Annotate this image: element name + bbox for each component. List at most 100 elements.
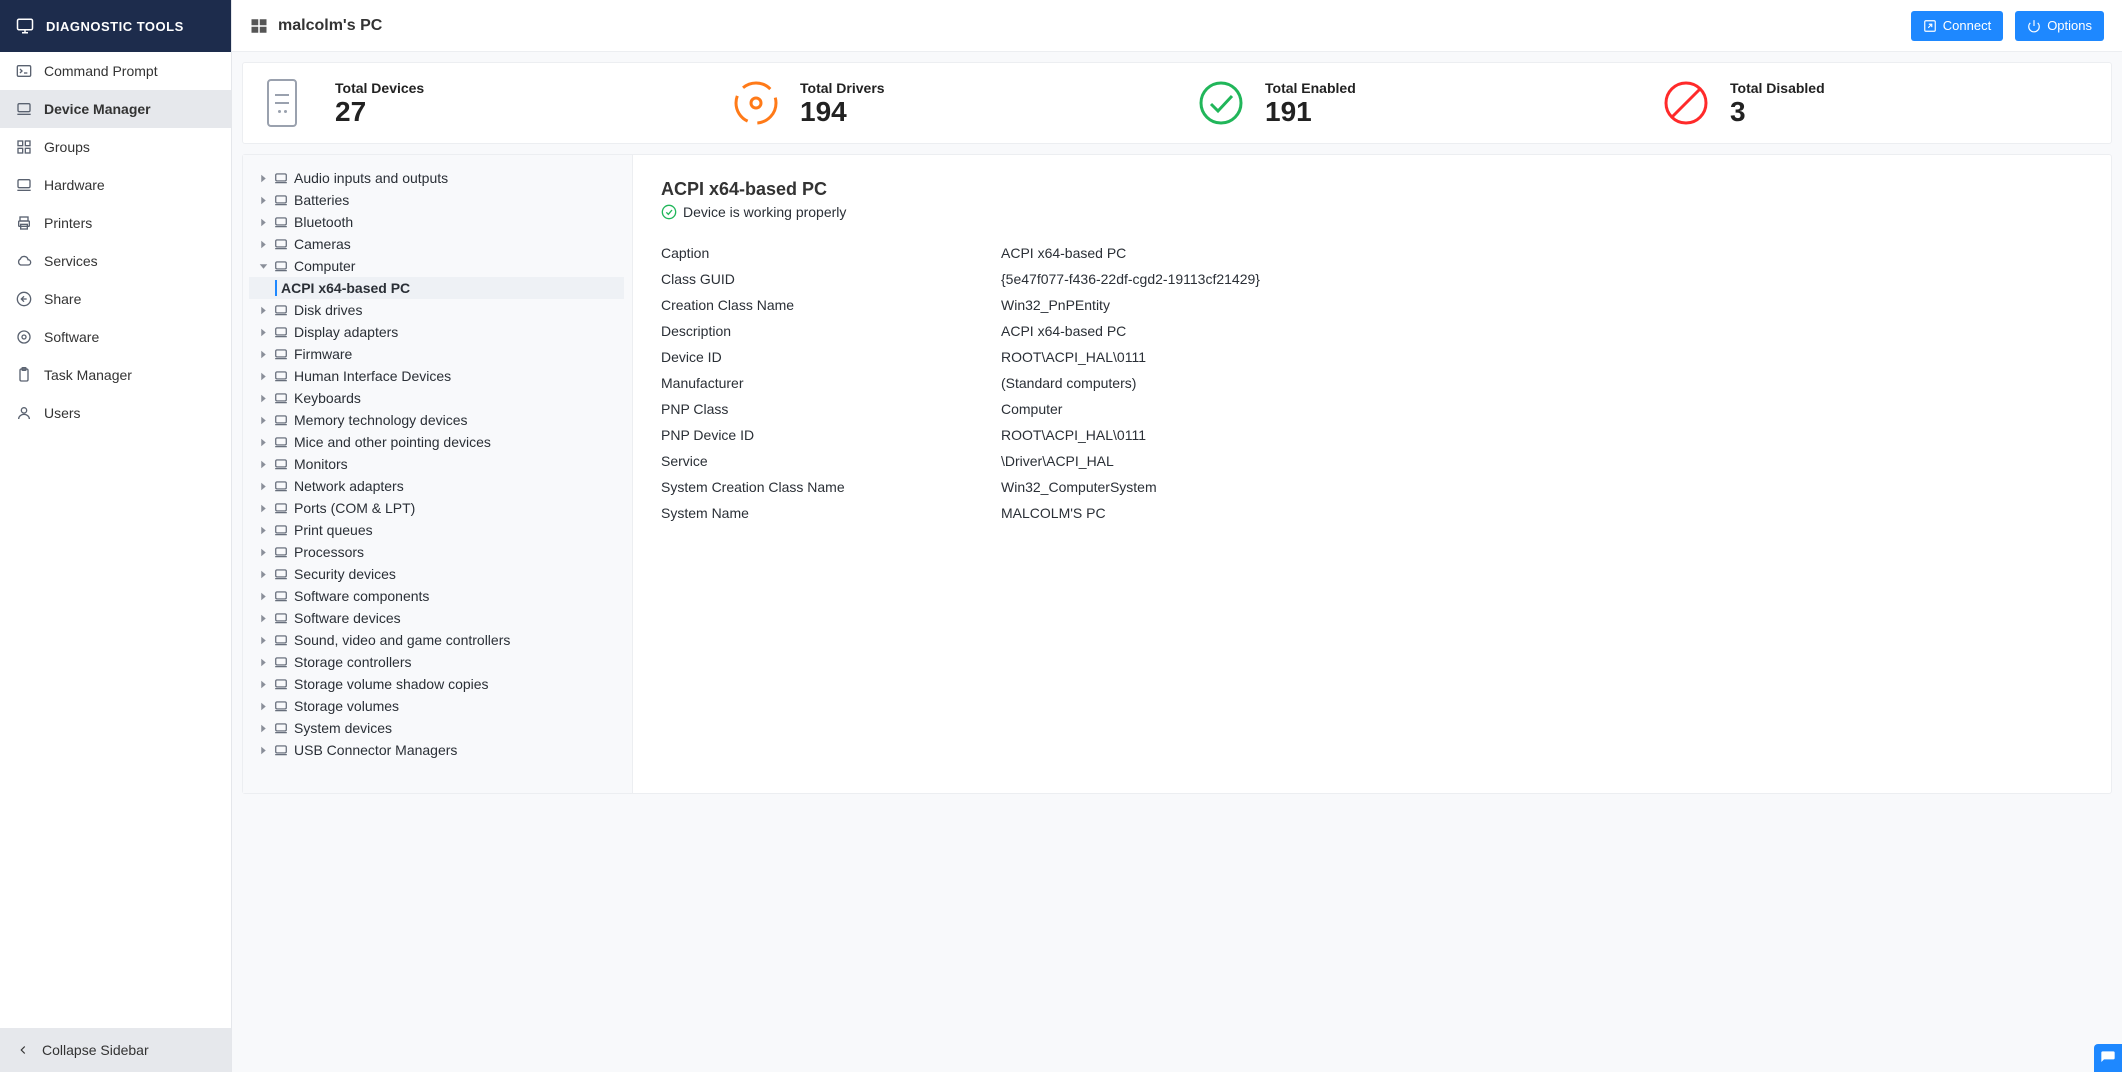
- summary-devices-label: Total Devices: [335, 80, 424, 96]
- summary-drivers-label: Total Drivers: [800, 80, 885, 96]
- chevron-right-icon: [259, 636, 268, 645]
- sidebar-item-services[interactable]: Services: [0, 242, 231, 280]
- tree-category[interactable]: Bluetooth: [249, 211, 624, 233]
- sidebar-item-command-prompt[interactable]: Command Prompt: [0, 52, 231, 90]
- tree-category-label: Human Interface Devices: [294, 368, 451, 384]
- category-icon: [274, 325, 288, 339]
- sidebar-item-device-manager[interactable]: Device Manager: [0, 90, 231, 128]
- category-icon: [274, 457, 288, 471]
- property-value: (Standard computers): [1001, 375, 2083, 391]
- tree-category[interactable]: Sound, video and game controllers: [249, 629, 624, 651]
- tree-category[interactable]: Batteries: [249, 189, 624, 211]
- property-value: MALCOLM'S PC: [1001, 505, 2083, 521]
- tree-category[interactable]: System devices: [249, 717, 624, 739]
- sidebar-item-software[interactable]: Software: [0, 318, 231, 356]
- tree-category[interactable]: Storage volumes: [249, 695, 624, 717]
- tree-category[interactable]: Processors: [249, 541, 624, 563]
- category-icon: [274, 677, 288, 691]
- chevron-right-icon: [259, 504, 268, 513]
- summary-disabled: Total Disabled 3: [1662, 79, 2087, 127]
- tree-category[interactable]: Security devices: [249, 563, 624, 585]
- sidebar-item-hardware[interactable]: Hardware: [0, 166, 231, 204]
- drivers-icon: [732, 79, 780, 127]
- sidebar: DIAGNOSTIC TOOLS Command PromptDevice Ma…: [0, 0, 232, 1072]
- tree-category[interactable]: Software components: [249, 585, 624, 607]
- tree-category[interactable]: Storage volume shadow copies: [249, 673, 624, 695]
- tree-category[interactable]: Cameras: [249, 233, 624, 255]
- category-icon: [274, 633, 288, 647]
- tree-category-label: Processors: [294, 544, 364, 560]
- device-status-label: Device is working properly: [683, 204, 846, 220]
- tree-category[interactable]: Ports (COM & LPT): [249, 497, 624, 519]
- tree-category[interactable]: Firmware: [249, 343, 624, 365]
- property-value: ACPI x64-based PC: [1001, 323, 2083, 339]
- tree-category[interactable]: Print queues: [249, 519, 624, 541]
- tree-category[interactable]: Audio inputs and outputs: [249, 167, 624, 189]
- tree-category-label: Audio inputs and outputs: [294, 170, 448, 186]
- device-tree[interactable]: Audio inputs and outputs BatteriesBluetoo…: [243, 155, 633, 793]
- property-value: {5e47f077-f436-22df-cgd2-19113cf21429}: [1001, 271, 2083, 287]
- property-value: ACPI x64-based PC: [1001, 245, 2083, 261]
- property-value: Win32_ComputerSystem: [1001, 479, 2083, 495]
- property-row: Class GUID{5e47f077-f436-22df-cgd2-19113…: [661, 266, 2083, 292]
- chevron-right-icon: [259, 614, 268, 623]
- chevron-right-icon: [259, 482, 268, 491]
- collapse-sidebar-button[interactable]: Collapse Sidebar: [0, 1028, 231, 1072]
- property-key: Service: [661, 453, 1001, 469]
- tree-category[interactable]: Memory technology devices: [249, 409, 624, 431]
- tree-category[interactable]: Software devices: [249, 607, 624, 629]
- sidebar-item-share[interactable]: Share: [0, 280, 231, 318]
- sidebar-item-printers[interactable]: Printers: [0, 204, 231, 242]
- chevron-right-icon: [259, 746, 268, 755]
- property-row: Device IDROOT\ACPI_HAL\0111: [661, 344, 2083, 370]
- chevron-right-icon: [259, 658, 268, 667]
- property-table: CaptionACPI x64-based PCClass GUID{5e47f…: [661, 240, 2083, 526]
- chat-button[interactable]: [2094, 1044, 2122, 1072]
- tree-category[interactable]: Computer: [249, 255, 624, 277]
- summary-bar: Total Devices 27 Total Drivers 194: [242, 62, 2112, 144]
- tree-category[interactable]: Display adapters: [249, 321, 624, 343]
- property-value: Computer: [1001, 401, 2083, 417]
- sidebar-item-groups[interactable]: Groups: [0, 128, 231, 166]
- tree-category[interactable]: Mice and other pointing devices: [249, 431, 624, 453]
- category-icon: [274, 501, 288, 515]
- cloud-icon: [16, 253, 32, 269]
- tree-category[interactable]: Human Interface Devices: [249, 365, 624, 387]
- options-button[interactable]: Options: [2015, 11, 2104, 41]
- tree-category[interactable]: USB Connector Managers: [249, 739, 624, 761]
- tree-category[interactable]: Keyboards: [249, 387, 624, 409]
- property-key: Creation Class Name: [661, 297, 1001, 313]
- category-icon: [274, 391, 288, 405]
- connect-button[interactable]: Connect: [1911, 11, 2003, 41]
- tree-category[interactable]: Storage controllers: [249, 651, 624, 673]
- property-key: Caption: [661, 245, 1001, 261]
- category-icon: [274, 743, 288, 757]
- tree-category[interactable]: Monitors: [249, 453, 624, 475]
- tree-category-label: Software devices: [294, 610, 401, 626]
- summary-enabled-value: 191: [1265, 98, 1356, 126]
- sidebar-item-label: Services: [44, 253, 98, 269]
- tree-category-label: Firmware: [294, 346, 352, 362]
- target-icon: [16, 329, 32, 345]
- category-icon: [274, 699, 288, 713]
- chevron-right-icon: [259, 372, 268, 381]
- chevron-right-icon: [259, 526, 268, 535]
- property-key: System Creation Class Name: [661, 479, 1001, 495]
- chevron-left-icon: [16, 1043, 30, 1057]
- property-row: Creation Class NameWin32_PnPEntity: [661, 292, 2083, 318]
- sidebar-item-task-manager[interactable]: Task Manager: [0, 356, 231, 394]
- tree-item[interactable]: ACPI x64-based PC: [249, 277, 624, 299]
- property-key: Device ID: [661, 349, 1001, 365]
- tree-category[interactable]: Network adapters: [249, 475, 624, 497]
- device-status: Device is working properly: [661, 204, 2083, 220]
- page-title-label: malcolm's PC: [278, 17, 382, 35]
- sidebar-item-label: Hardware: [44, 177, 105, 193]
- tree-category-label: Security devices: [294, 566, 396, 582]
- tree-category[interactable]: Disk drives: [249, 299, 624, 321]
- sidebar-title: DIAGNOSTIC TOOLS: [46, 19, 184, 34]
- sidebar-nav: Command PromptDevice ManagerGroups Hardwa…: [0, 52, 231, 1028]
- sidebar-item-users[interactable]: Users: [0, 394, 231, 432]
- property-key: System Name: [661, 505, 1001, 521]
- property-key: Class GUID: [661, 271, 1001, 287]
- chevron-right-icon: [259, 350, 268, 359]
